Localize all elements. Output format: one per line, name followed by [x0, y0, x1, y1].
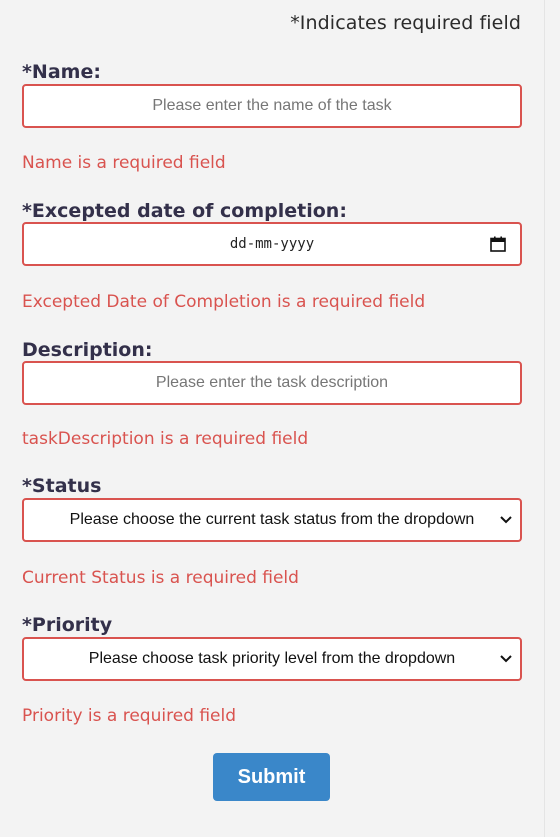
priority-select[interactable]: Please choose task priority level from t…: [22, 637, 522, 681]
status-selected-value: Please choose the current task status fr…: [69, 511, 475, 528]
completion-date-error: Excepted Date of Completion is a require…: [22, 292, 426, 312]
priority-error: Priority is a required field: [22, 706, 237, 726]
scrollbar-track[interactable]: [544, 0, 560, 837]
chevron-down-icon: [500, 655, 512, 663]
required-field-note: *Indicates required field: [290, 12, 521, 34]
priority-label: *Priority: [22, 614, 113, 636]
name-error: Name is a required field: [22, 153, 226, 173]
completion-date-input[interactable]: dd-mm-yyyy: [22, 222, 522, 266]
name-label: *Name:: [22, 61, 101, 83]
priority-selected-value: Please choose task priority level from t…: [88, 650, 456, 667]
date-format-placeholder: dd-mm-yyyy: [229, 236, 315, 252]
description-error: taskDescription is a required field: [22, 429, 309, 449]
name-field-box[interactable]: [22, 84, 522, 128]
description-label: Description:: [22, 339, 153, 361]
status-error: Current Status is a required field: [22, 568, 299, 588]
status-select[interactable]: Please choose the current task status fr…: [22, 498, 522, 542]
calendar-icon[interactable]: [490, 236, 506, 252]
description-field-box[interactable]: [22, 361, 522, 405]
description-input[interactable]: [24, 363, 520, 403]
name-input[interactable]: [24, 86, 520, 126]
task-form-page: *Indicates required field *Name: Name is…: [0, 0, 560, 837]
completion-date-label: *Excepted date of completion:: [22, 200, 347, 222]
status-label: *Status: [22, 475, 102, 497]
chevron-down-icon: [500, 516, 512, 524]
submit-button[interactable]: Submit: [213, 753, 330, 801]
